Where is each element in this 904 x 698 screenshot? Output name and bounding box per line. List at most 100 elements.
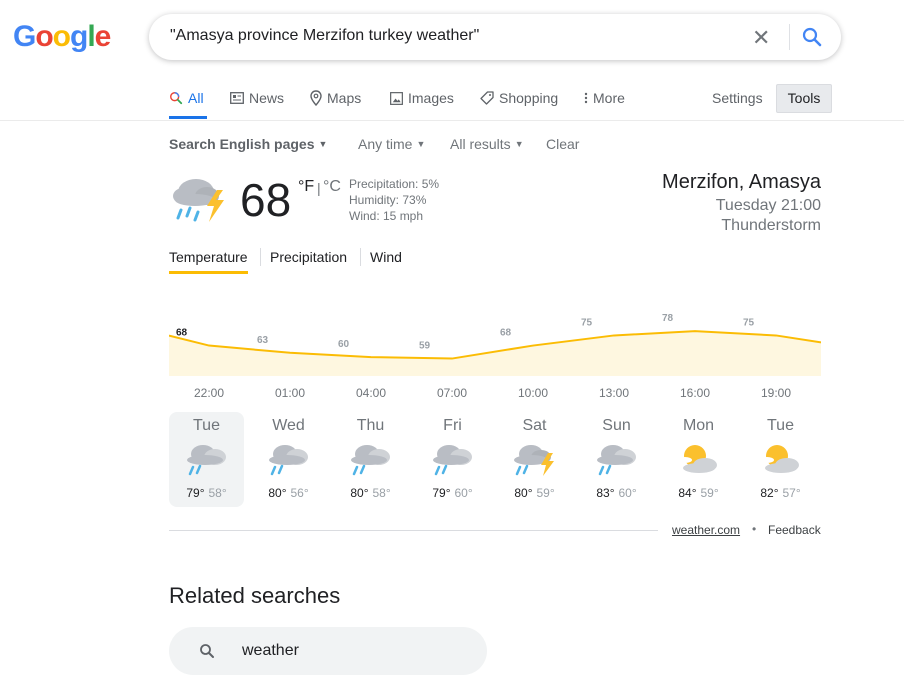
forecast-temps: 84° 59° xyxy=(661,486,736,500)
unit-separator: | xyxy=(317,180,321,196)
tab-more[interactable]: More xyxy=(584,90,625,106)
settings-button[interactable]: Settings xyxy=(712,90,763,106)
forecast-day-name: Sat xyxy=(522,417,547,434)
search-box[interactable]: "Amasya province Merzifon turkey weather… xyxy=(149,14,841,60)
tab-label: All xyxy=(188,90,204,106)
current-temperature: 68 xyxy=(240,174,292,226)
more-dots-icon xyxy=(584,92,588,104)
results-filter[interactable]: All results ▼ xyxy=(450,136,524,152)
weather-condition: Thunderstorm xyxy=(721,217,821,234)
caret-down-icon: ▼ xyxy=(514,139,524,149)
related-search-label: weather xyxy=(242,642,299,659)
chart-value-label: 75 xyxy=(581,317,593,328)
chart-value-label: 60 xyxy=(338,339,350,350)
tab-maps[interactable]: Maps xyxy=(310,90,361,106)
forecast-temps: 80° 59° xyxy=(497,486,572,500)
chart-time-label: 13:00 xyxy=(598,386,630,400)
forecast-temps: 79° 60° xyxy=(415,486,490,500)
humidity-value: Humidity: 73% xyxy=(349,193,427,207)
time-filter[interactable]: Any time ▼ xyxy=(358,136,425,152)
forecast-high: 80° xyxy=(514,486,533,500)
search-input[interactable]: "Amasya province Merzifon turkey weather… xyxy=(170,27,479,45)
celsius-toggle[interactable]: °C xyxy=(323,178,341,196)
tab-shopping[interactable]: Shopping xyxy=(480,90,558,106)
fahrenheit-toggle[interactable]: °F xyxy=(298,178,314,196)
logo-letter: o xyxy=(52,20,71,53)
precipitation-value: Precipitation: 5% xyxy=(349,177,440,191)
chart-value-label: 75 xyxy=(743,317,755,328)
google-logo[interactable]: Google xyxy=(13,20,111,54)
location-time: Tuesday 21:00 xyxy=(715,197,821,214)
tab-temperature[interactable]: Temperature xyxy=(169,249,248,265)
forecast-high: 80° xyxy=(350,486,369,500)
forecast-temps: 80° 56° xyxy=(251,486,326,500)
forecast-day-name: Mon xyxy=(682,417,715,434)
rain-cloud-icon xyxy=(333,441,408,482)
source-link[interactable]: weather.com xyxy=(672,523,740,537)
forecast-high: 82° xyxy=(760,486,779,500)
forecast-low: 59° xyxy=(536,486,555,500)
forecast-temps: 79° 58° xyxy=(169,486,244,500)
map-pin-icon xyxy=(310,90,322,106)
tag-icon xyxy=(480,91,494,105)
search-icon[interactable] xyxy=(800,25,824,54)
forecast-day[interactable]: Sat 80° 59° xyxy=(497,412,572,507)
filter-label: Any time xyxy=(358,136,413,152)
chart-time-label: 16:00 xyxy=(679,386,711,400)
filter-label: Search English pages xyxy=(169,136,315,152)
forecast-day[interactable]: Tue 79° 58° xyxy=(169,412,244,507)
tab-label: More xyxy=(593,90,625,106)
forecast-day-name: Sun xyxy=(602,417,631,434)
chart-value-label: 78 xyxy=(662,313,674,324)
forecast-low: 56° xyxy=(290,486,309,500)
forecast-high: 80° xyxy=(268,486,287,500)
forecast-day[interactable]: Fri 79° 60° xyxy=(415,412,490,507)
clear-icon[interactable]: ✕ xyxy=(752,25,770,51)
forecast-low: 59° xyxy=(700,486,719,500)
chart-value-label: 63 xyxy=(257,335,269,346)
tools-button[interactable]: Tools xyxy=(776,84,832,113)
tab-wind[interactable]: Wind xyxy=(370,249,402,265)
weather-divider xyxy=(169,530,658,531)
chart-value-label: 59 xyxy=(419,341,431,352)
forecast-temps: 80° 58° xyxy=(333,486,408,500)
forecast-day-name: Tue xyxy=(193,417,220,434)
forecast-high: 83° xyxy=(596,486,615,500)
tab-divider xyxy=(360,248,361,266)
forecast-low: 58° xyxy=(208,486,227,500)
tab-label: News xyxy=(249,90,285,106)
forecast-day[interactable]: Sun 83° 60° xyxy=(579,412,654,507)
feedback-link[interactable]: Feedback xyxy=(768,523,821,537)
forecast-day-name: Tue xyxy=(767,417,794,434)
wind-value: Wind: 15 mph xyxy=(349,209,424,223)
forecast-day[interactable]: Thu 80° 58° xyxy=(333,412,408,507)
separator-dot: • xyxy=(752,522,757,536)
tab-precipitation[interactable]: Precipitation xyxy=(270,249,347,265)
tab-news[interactable]: News xyxy=(230,90,284,106)
thunderstorm-icon xyxy=(497,441,572,482)
search-icon xyxy=(199,643,215,664)
forecast-high: 84° xyxy=(678,486,697,500)
logo-letter: G xyxy=(13,20,36,53)
logo-letter: g xyxy=(70,20,88,53)
active-weather-tab-indicator xyxy=(169,271,248,274)
temperature-chart: 68 63 60 59 68 75 78 75 xyxy=(169,313,821,376)
image-icon xyxy=(390,91,403,105)
chart-time-label: 22:00 xyxy=(193,386,225,400)
location-name: Merzifon, Amasya xyxy=(662,171,821,193)
forecast-day-name: Fri xyxy=(443,417,462,434)
logo-letter: l xyxy=(87,20,95,53)
related-search-item[interactable]: weather xyxy=(169,627,487,675)
clear-filters-link[interactable]: Clear xyxy=(546,136,579,152)
language-filter[interactable]: Search English pages ▼ xyxy=(169,136,327,152)
chart-time-label: 19:00 xyxy=(760,386,792,400)
forecast-day[interactable]: Tue 82° 57° xyxy=(743,412,818,507)
related-searches-title: Related searches xyxy=(169,583,341,608)
header-divider xyxy=(0,120,904,121)
forecast-day[interactable]: Mon 84° 59° xyxy=(661,412,736,507)
tab-all[interactable]: All xyxy=(169,90,204,106)
forecast-day[interactable]: Wed 80° 56° xyxy=(251,412,326,507)
tab-images[interactable]: Images xyxy=(390,90,454,106)
caret-down-icon: ▼ xyxy=(416,139,426,149)
partly-sunny-icon xyxy=(743,441,818,482)
